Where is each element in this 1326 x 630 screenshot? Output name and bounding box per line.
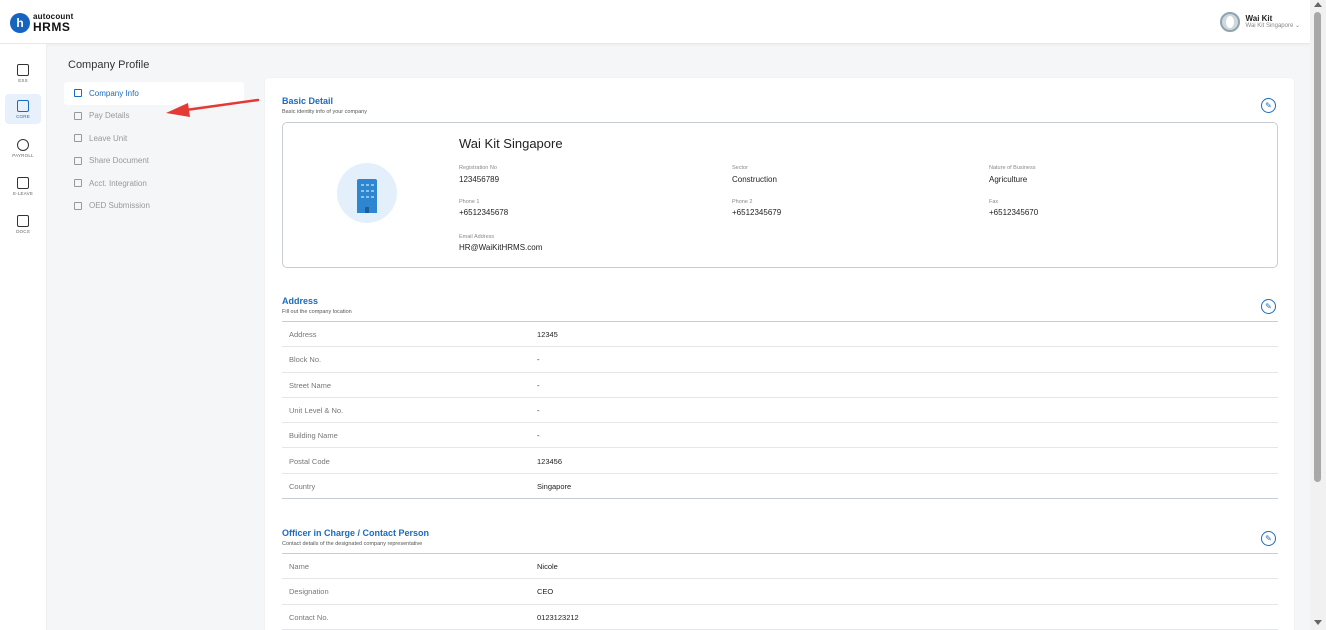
sector-label: Sector xyxy=(732,165,748,171)
email-value: HR@WaiKitHRMS.com xyxy=(459,243,543,252)
scroll-up-arrow-icon[interactable] xyxy=(1314,2,1322,7)
edit-officer-button[interactable]: ✎ xyxy=(1261,531,1276,546)
nav-oed-submission[interactable]: OED Submission xyxy=(64,195,244,218)
scroll-thumb[interactable] xyxy=(1314,12,1321,482)
dollar-coin-icon xyxy=(17,138,29,151)
rail-item-docs[interactable]: DOCS xyxy=(5,209,41,239)
table-row: Name Nicole xyxy=(282,554,1278,580)
basic-detail-subtitle: Basic identity info of your company xyxy=(282,109,367,115)
calendar-icon xyxy=(74,134,82,143)
nature-value: Agriculture xyxy=(989,175,1028,184)
cube-icon xyxy=(17,99,29,112)
building-icon xyxy=(74,89,82,98)
office-building-icon xyxy=(357,179,377,213)
scroll-down-arrow-icon[interactable] xyxy=(1314,620,1322,625)
fax-value: +6512345670 xyxy=(989,208,1039,217)
page-title: Company Profile xyxy=(68,59,150,71)
table-row: Designation CEO xyxy=(282,579,1278,605)
officer-title: Officer in Charge / Contact Person xyxy=(282,528,430,538)
nav-leave-unit[interactable]: Leave Unit xyxy=(64,127,244,150)
table-row: Building Name - xyxy=(282,423,1278,449)
edit-basic-detail-button[interactable]: ✎ xyxy=(1261,98,1276,113)
email-label: Email Address xyxy=(459,234,495,240)
table-row: Street Name - xyxy=(282,373,1278,398)
avatar xyxy=(1219,12,1240,32)
integration-icon xyxy=(74,179,82,188)
table-row: Block No. - xyxy=(282,347,1278,373)
basic-detail-card: Wai Kit Singapore Registration No 123456… xyxy=(282,122,1278,268)
rail-item-e-leave[interactable]: E-LEAVE xyxy=(5,171,41,201)
phone2-value: +6512345679 xyxy=(732,208,782,217)
sector-value: Construction xyxy=(732,175,777,184)
building-avatar xyxy=(337,163,397,223)
submission-icon xyxy=(74,201,82,210)
registration-label: Registration No xyxy=(459,165,497,171)
company-name: Wai Kit Singapore xyxy=(459,136,563,151)
rail-item-ess[interactable]: ESS xyxy=(5,58,41,88)
table-row: Postal Code 123456 xyxy=(282,449,1278,474)
nav-acct-integration[interactable]: Acct. Integration xyxy=(64,172,244,195)
pencil-icon: ✎ xyxy=(1265,302,1272,311)
logo-bottom-text: HRMS xyxy=(33,20,71,34)
table-row: Address 12345 xyxy=(282,322,1278,348)
logo-mark: h xyxy=(10,13,30,33)
top-header: h autocount HRMS Wai Kit Wai Kit Singapo… xyxy=(0,0,1310,44)
pencil-icon: ✎ xyxy=(1265,101,1272,110)
pencil-icon: ✎ xyxy=(1265,534,1272,543)
user-company-selector[interactable]: Wai Kit Singapore ⌄ xyxy=(1246,23,1301,30)
table-row: Country Singapore xyxy=(282,474,1278,500)
user-menu[interactable]: Wai Kit Wai Kit Singapore ⌄ xyxy=(1219,12,1301,32)
phone2-label: Phone 2 xyxy=(732,199,753,205)
phone1-label: Phone 1 xyxy=(459,199,480,205)
calendar-icon xyxy=(17,176,29,189)
page-scrollbar[interactable] xyxy=(1310,0,1326,630)
calculator-icon xyxy=(17,63,29,76)
user-name: Wai Kit xyxy=(1245,13,1273,23)
share-icon xyxy=(74,156,82,165)
autocount-hrms-logo[interactable]: h autocount HRMS xyxy=(10,10,73,36)
pay-icon xyxy=(74,111,82,120)
rail-item-core[interactable]: CORE xyxy=(5,94,41,124)
address-subtitle: Fill out the company location xyxy=(282,309,352,315)
phone1-value: +6512345678 xyxy=(459,208,509,217)
annotation-arrow-icon xyxy=(166,98,260,117)
basic-detail-title: Basic Detail xyxy=(282,96,334,106)
document-icon xyxy=(17,214,29,227)
rail-item-payroll[interactable]: PAYROLL xyxy=(5,133,41,163)
company-info-panel: Basic Detail Basic identity info of your… xyxy=(265,78,1294,630)
module-rail: ESS CORE PAYROLL E-LEAVE DOCS xyxy=(0,44,47,630)
officer-subtitle: Contact details of the designated compan… xyxy=(282,541,423,547)
fax-label: Fax xyxy=(989,199,999,205)
nav-share-document[interactable]: Share Document xyxy=(64,150,244,173)
table-row: Contact No. 0123123212 xyxy=(282,605,1278,630)
table-row: Unit Level & No. - xyxy=(282,398,1278,424)
nature-label: Nature of Business xyxy=(989,165,1036,171)
address-title: Address xyxy=(282,296,319,306)
edit-address-button[interactable]: ✎ xyxy=(1261,299,1276,314)
registration-value: 123456789 xyxy=(459,175,500,184)
